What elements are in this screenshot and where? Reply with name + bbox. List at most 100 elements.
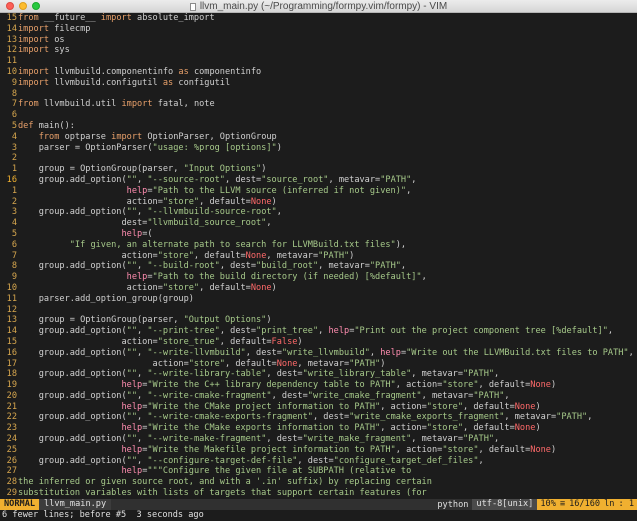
code-token-string: "--write-make-fragment" (147, 434, 267, 445)
code-line[interactable]: 19 help="Write the C++ library dependenc… (0, 380, 637, 391)
code-token-text: , default= (478, 444, 531, 455)
code-token-string: substitution variables with lists of tar… (18, 488, 427, 499)
status-filetype: python (437, 499, 469, 510)
code-line[interactable]: 6 (0, 110, 637, 121)
code-token-text: , (266, 218, 272, 229)
code-line[interactable]: 16 group.add_option("", "--write-llvmbui… (0, 348, 637, 359)
editor-buffer[interactable]: 15 from __future__ import absolute_import… (0, 13, 637, 499)
code-token-text: , (137, 455, 148, 466)
line-number: 15 (6, 336, 17, 347)
code-token-kwarg: help (328, 326, 350, 337)
code-line[interactable]: 25 help="Write the Makefile project info… (0, 445, 637, 456)
code-token-text: , action= (395, 380, 443, 391)
code-token-string: the inferred or given source root, and w… (18, 477, 432, 488)
line-number: 22 (6, 412, 17, 423)
status-line: NORMAL llvm_main.py python utf-8[unix] 1… (0, 499, 637, 510)
code-token-text: , default= (463, 401, 515, 412)
code-line[interactable]: 4 dest="llvmbuild_source_root", (0, 218, 637, 229)
line-number: 9 (11, 272, 17, 283)
code-token-text: , (137, 261, 148, 272)
code-token-keyword: import (18, 66, 50, 77)
code-line[interactable]: 2 action="store", default=None) (0, 197, 637, 208)
code-token-string: "" (126, 326, 138, 337)
code-line[interactable]: 10 action="store", default=None) (0, 283, 637, 294)
command-line[interactable]: 6 fewer lines; before #5 3 seconds ago (0, 510, 637, 521)
code-token-keyword: import (18, 34, 50, 45)
code-line[interactable]: 6 "If given, an alternate path to search… (0, 240, 637, 251)
code-line[interactable]: 7 from llvmbuild.util import fatal, note (0, 99, 637, 110)
code-line[interactable]: 5 help=( (0, 229, 637, 240)
code-token-text: group = OptionGroup(parser, (18, 315, 184, 326)
line-number: 28 (6, 477, 17, 488)
code-token-keyword: import (100, 13, 132, 23)
code-token-text: llvmbuild.configutil (49, 77, 163, 88)
code-line[interactable]: 12 (0, 305, 637, 316)
code-token-keyword: import (121, 99, 153, 110)
code-line[interactable]: 8 (0, 89, 637, 100)
line-number: 1 (11, 164, 17, 175)
code-token-string: "Print out the project component tree [%… (354, 326, 608, 337)
line-number: 8 (11, 88, 17, 99)
code-line[interactable]: 14 import filecmp (0, 24, 637, 35)
code-line[interactable]: 22 group.add_option("", "--write-cmake-e… (0, 412, 637, 423)
code-line[interactable]: 23 help="Write the CMake exports informa… (0, 423, 637, 434)
code-token-string: "configure_target_def_files" (333, 455, 479, 466)
code-line[interactable]: 9 import llvmbuild.configutil as configut… (0, 78, 637, 89)
code-line[interactable]: 12 import sys (0, 45, 637, 56)
code-line[interactable]: 20 group.add_option("", "--write-cmake-f… (0, 391, 637, 402)
code-line[interactable]: 1 group = OptionGroup(parser, "Input Opt… (0, 164, 637, 175)
code-line[interactable]: 8 group.add_option("", "--build-root", d… (0, 261, 637, 272)
code-token-keyword: import (18, 77, 50, 88)
code-token-text: ) (271, 196, 277, 207)
code-line[interactable]: 7 action="store", default=None, metavar=… (0, 251, 637, 262)
code-line[interactable]: 29 substitution variables with lists of t… (0, 488, 637, 499)
code-token-keyword: import (18, 23, 50, 34)
vim-window: llvm_main.py (~/Programming/formpy.vim/f… (0, 0, 637, 521)
code-text: action="store", default=None) (18, 197, 637, 208)
code-line[interactable]: 26 group.add_option("", "--configure-tar… (0, 456, 637, 467)
code-token-text: ) (550, 380, 557, 391)
code-token-string: "--write-library-table" (147, 369, 267, 380)
code-line[interactable]: 21 help="Write the CMake project informa… (0, 402, 637, 413)
code-line[interactable]: 28 the inferred or given source root, and… (0, 477, 637, 488)
code-token-text: llvmbuild.util (38, 99, 122, 110)
code-line[interactable]: 10 import llvmbuild.componentinfo as comp… (0, 67, 637, 78)
code-token-text: group.add_option( (18, 347, 127, 358)
code-line[interactable]: 27 help="""Configure the given file at S… (0, 466, 637, 477)
code-line[interactable]: 18 group.add_option("", "--write-library… (0, 369, 637, 380)
code-line[interactable]: 4 from optparse import OptionParser, Opt… (0, 132, 637, 143)
code-text: import sys (18, 45, 637, 56)
code-line[interactable]: 15 from __future__ import absolute_import (0, 13, 637, 24)
code-line[interactable]: 16 group.add_option("", "--source-root",… (0, 175, 637, 186)
code-line[interactable]: 13 group = OptionGroup(parser, "Output O… (0, 315, 637, 326)
line-number: 5 (11, 120, 17, 131)
code-line[interactable]: 24 group.add_option("", "--write-make-fr… (0, 434, 637, 445)
code-line[interactable]: 3 group.add_option("", "--llvmbuild-sour… (0, 207, 637, 218)
code-token-text: , (628, 347, 634, 358)
line-number: 27 (6, 466, 17, 477)
code-text: group.add_option("", "--configure-target… (18, 456, 637, 467)
code-token-string: "Input Options" (183, 164, 262, 175)
code-line[interactable]: 3 parser = OptionParser("usage: %prog [o… (0, 143, 637, 154)
code-line[interactable]: 14 group.add_option("", "--print-tree", … (0, 326, 637, 337)
window-title-group: llvm_main.py (~/Programming/formpy.vim/f… (0, 0, 637, 13)
code-line[interactable]: 2 (0, 153, 637, 164)
code-line[interactable]: 11 (0, 56, 637, 67)
code-line[interactable]: 5 def main(): (0, 121, 637, 132)
code-line[interactable]: 9 help="Path to the build directory (if … (0, 272, 637, 283)
code-text: help="""Configure the given file at SUBP… (18, 466, 637, 477)
code-line[interactable]: 1 help="Path to the LLVM source (inferre… (0, 186, 637, 197)
code-token-text: , action= (380, 423, 427, 434)
code-text: action="store", default=None, metavar="P… (18, 251, 637, 262)
code-line[interactable]: 15 action="store_true", default=False) (0, 337, 637, 348)
code-token-text: componentinfo (188, 66, 262, 77)
code-line[interactable]: 13 import os (0, 35, 637, 46)
line-number: 16 (6, 347, 17, 358)
code-line[interactable]: 11 parser.add_option_group(group) (0, 294, 637, 305)
code-line[interactable]: 17 action="store", default=None, metavar… (0, 359, 637, 370)
code-token-string: "PATH" (463, 434, 495, 445)
code-token-string: "" (126, 207, 138, 218)
